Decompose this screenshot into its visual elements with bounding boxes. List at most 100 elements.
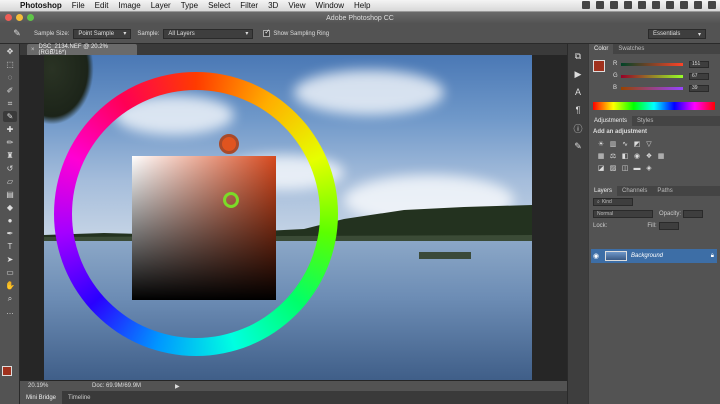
foreground-color-swatch[interactable] [2,366,12,376]
path-select-tool-icon[interactable]: ➤ [3,254,17,265]
apple-icon[interactable] [4,1,14,11]
invert-icon[interactable]: ◪ [597,164,605,172]
eye-icon[interactable]: ◉ [591,252,601,260]
saturation-brightness-square[interactable] [132,156,276,300]
search-icon[interactable] [694,1,702,9]
levels-icon[interactable]: ▥ [609,140,617,148]
canvas-area[interactable] [20,55,567,381]
tab-layers[interactable]: Layers [589,186,618,196]
layer-name[interactable]: Background [631,253,663,259]
posterize-icon[interactable]: ▨ [609,164,617,172]
tab-mini-bridge[interactable]: Mini Bridge [20,391,63,404]
quick-select-tool-icon[interactable]: ✐ [3,85,17,96]
tray-icon[interactable] [624,1,632,9]
show-sampling-ring-checkbox[interactable] [263,28,271,37]
close-icon[interactable]: × [31,47,35,53]
menu-select[interactable]: Select [208,1,230,10]
vibrance-icon[interactable]: ▽ [645,140,653,148]
sample-size-select[interactable]: Point Sample ▾ [73,28,132,39]
tray-icon[interactable] [596,1,604,9]
info-icon[interactable]: ⓘ [571,122,585,134]
move-tool-icon[interactable]: ✥ [3,46,17,57]
blue-slider[interactable]: B 39 [613,84,717,92]
clone-stamp-tool-icon[interactable]: ♜ [3,150,17,161]
shape-tool-icon[interactable]: ▭ [3,267,17,278]
green-value[interactable]: 67 [689,72,709,80]
tab-paths[interactable]: Paths [652,186,677,196]
blend-mode-select[interactable]: Normal [593,210,653,218]
menu-window[interactable]: Window [316,1,344,10]
tab-timeline[interactable]: Timeline [62,391,96,404]
history-brush-tool-icon[interactable]: ↺ [3,163,17,174]
fill-field[interactable] [658,222,679,230]
gradient-tool-icon[interactable]: ▤ [3,189,17,200]
crop-tool-icon[interactable]: ⌗ [3,98,17,109]
menu-help[interactable]: Help [354,1,370,10]
tray-icon[interactable] [680,1,688,9]
color-lookup-icon[interactable]: ▦ [657,152,665,160]
menu-file[interactable]: File [72,1,85,10]
brush-presets-icon[interactable]: ✎ [571,140,585,152]
lasso-tool-icon[interactable]: ◌ [3,72,17,83]
blur-tool-icon[interactable]: ◆ [3,202,17,213]
hue-saturation-icon[interactable]: ▦ [597,152,605,160]
eraser-tool-icon[interactable]: ▱ [3,176,17,187]
layer-row-background[interactable]: ◉ Background 🔒︎ [591,249,717,263]
tab-channels[interactable]: Channels [617,186,652,196]
tab-swatches[interactable]: Swatches [613,44,649,54]
tray-icon[interactable] [610,1,618,9]
photo-filter-icon[interactable]: ◉ [633,152,641,160]
menu-edit[interactable]: Edit [95,1,109,10]
document-tab[interactable]: × DSC_2134.NEF @ 20.2% (RGB/16*) [27,44,137,56]
green-track[interactable] [621,74,683,78]
list-icon[interactable] [708,1,716,9]
tab-adjustments[interactable]: Adjustments [589,116,633,126]
sample-select[interactable]: All Layers ▾ [163,28,254,39]
exposure-icon[interactable]: ◩ [633,140,641,148]
zoom-tool-icon[interactable]: ⌕ [3,293,17,304]
color-spectrum-ramp[interactable] [593,102,715,110]
minimize-button[interactable] [16,14,23,21]
eyedropper-icon[interactable]: ✎ [8,27,26,41]
red-track[interactable] [621,62,683,66]
eyedropper-tool-icon[interactable]: ✎ [3,111,17,122]
history-icon[interactable]: ⧉ [571,50,585,62]
menu-layer[interactable]: Layer [151,1,171,10]
hand-tool-icon[interactable]: ✋ [3,280,17,291]
selective-color-icon[interactable]: ◈ [645,164,653,172]
menu-filter[interactable]: Filter [240,1,258,10]
tab-color[interactable]: Color [589,44,614,54]
menu-3d[interactable]: 3D [268,1,278,10]
curves-icon[interactable]: ∿ [621,140,629,148]
foreground-color-swatch[interactable] [593,60,605,72]
gradient-map-icon[interactable]: ▬ [633,164,641,172]
character-icon[interactable]: A [571,86,585,98]
opacity-field[interactable] [683,210,704,218]
brush-tool-icon[interactable]: ✏ [3,137,17,148]
paragraph-icon[interactable]: ¶ [571,104,585,116]
layer-filter-select[interactable]: ⌕ Kind [593,198,633,206]
hue-handle[interactable] [219,134,239,154]
more-tools-icon[interactable]: … [3,306,17,317]
hud-color-picker[interactable] [48,66,344,362]
color-sample-cursor[interactable] [223,192,239,208]
brightness-icon[interactable]: ☀ [597,140,605,148]
menu-view[interactable]: View [288,1,305,10]
play-icon[interactable]: ▶ [175,383,180,390]
type-tool-icon[interactable]: T [3,241,17,252]
marquee-tool-icon[interactable]: ⬚ [3,59,17,70]
zoom-level[interactable]: 20.19% [28,383,54,389]
tray-icon[interactable] [666,1,674,9]
healing-brush-tool-icon[interactable]: ✚ [3,124,17,135]
color-swatches[interactable] [2,366,18,382]
tray-icon[interactable] [652,1,660,9]
black-white-icon[interactable]: ◧ [621,152,629,160]
blue-track[interactable] [621,86,683,90]
close-button[interactable] [5,14,12,21]
zoom-button[interactable] [27,14,34,21]
color-balance-icon[interactable]: ⚖ [609,152,617,160]
pen-tool-icon[interactable]: ✒ [3,228,17,239]
red-slider[interactable]: R 151 [613,60,717,68]
dodge-tool-icon[interactable]: ● [3,215,17,226]
channel-mixer-icon[interactable]: ❖ [645,152,653,160]
